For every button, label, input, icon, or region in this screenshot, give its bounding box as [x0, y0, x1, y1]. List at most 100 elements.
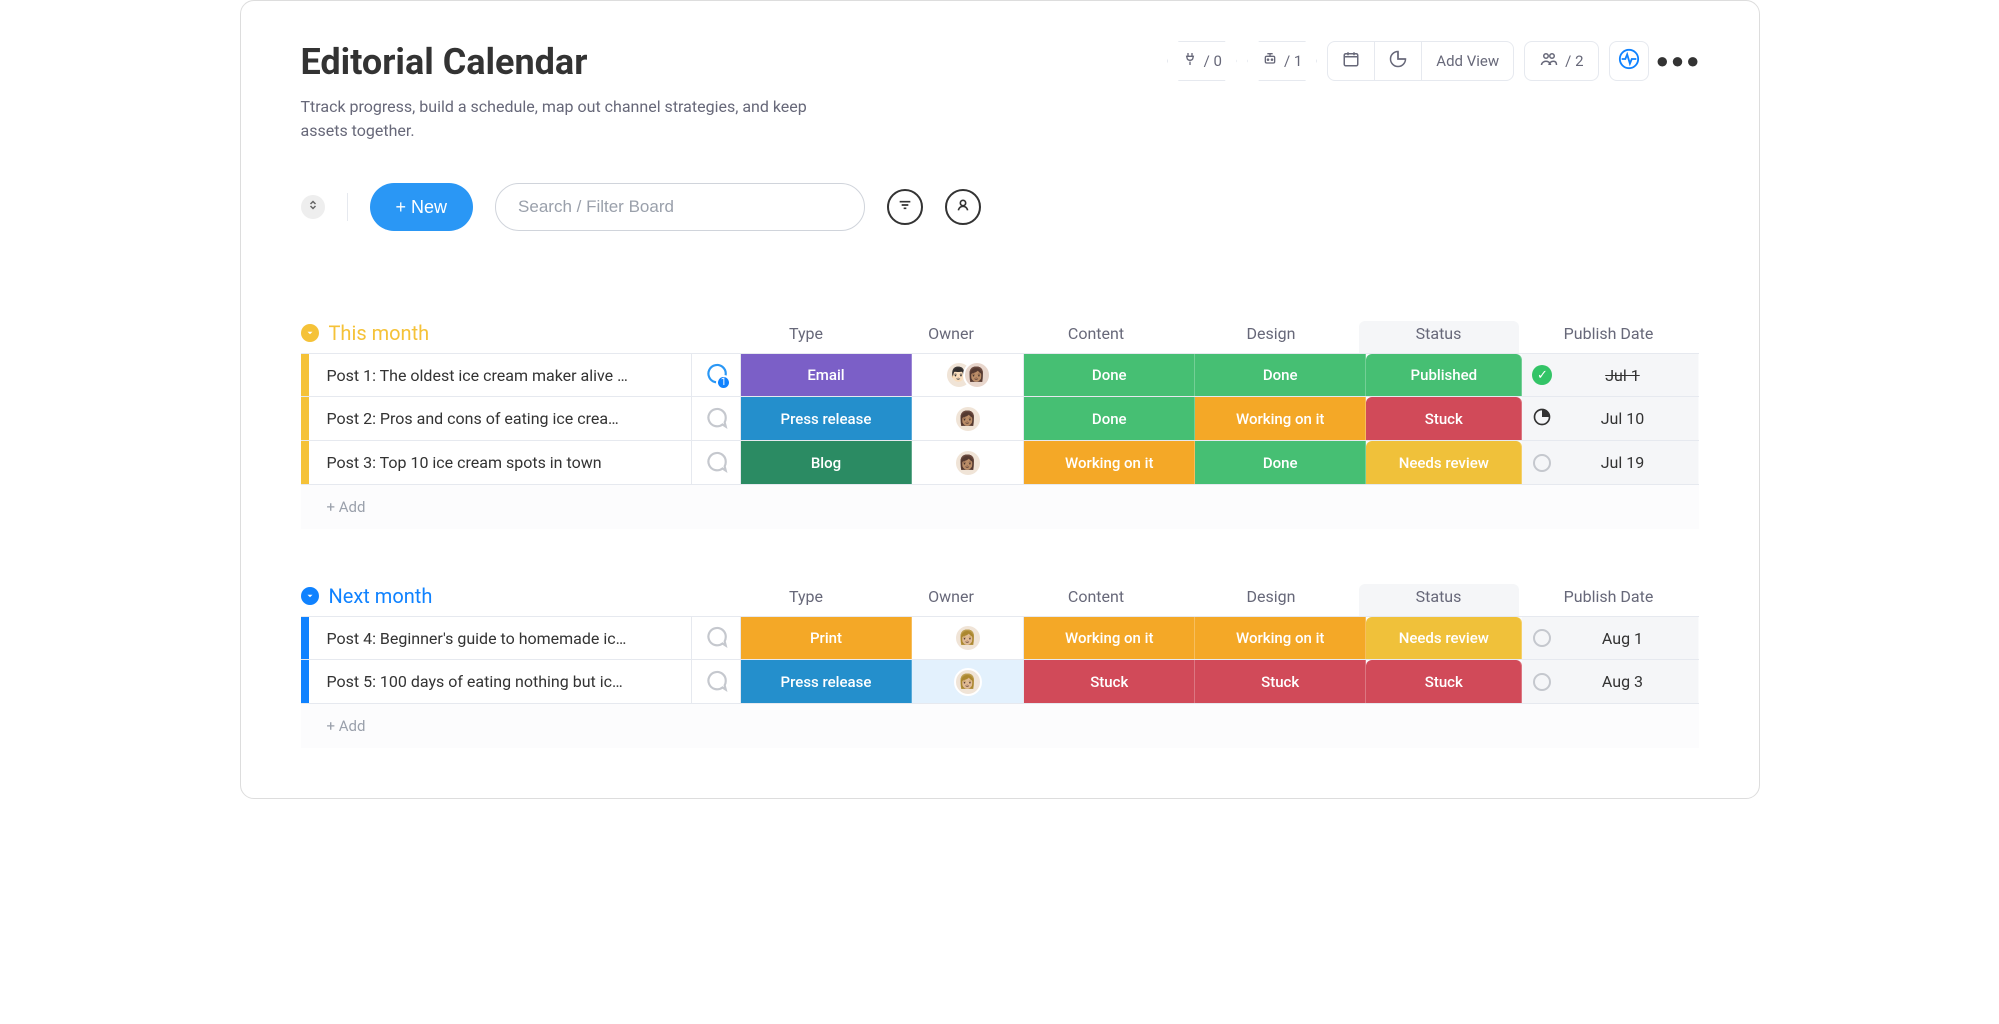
date-cell[interactable]: Jul 10 [1522, 397, 1698, 440]
avatar: 👩🏼 [954, 668, 982, 696]
person-icon [955, 197, 971, 217]
table-row[interactable]: Post 4: Beginner's guide to homemade ic…… [301, 616, 1699, 660]
avatar: 👩🏽 [963, 361, 991, 389]
type-cell[interactable]: Print [741, 617, 912, 659]
chat-icon [703, 450, 729, 476]
row-title[interactable]: Post 4: Beginner's guide to homemade ic… [309, 617, 693, 659]
date-cell[interactable]: Jul 19 [1522, 441, 1698, 484]
content-cell[interactable]: Stuck [1024, 660, 1195, 703]
type-cell[interactable]: Press release [741, 660, 912, 703]
table-row[interactable]: Post 2: Pros and cons of eating ice crea… [301, 397, 1699, 441]
chat-button[interactable]: 1 [692, 354, 741, 396]
status-cell[interactable]: Stuck [1366, 397, 1522, 440]
chat-button[interactable] [692, 660, 741, 703]
row-accent [301, 397, 309, 440]
calendar-icon [1342, 50, 1360, 72]
row-title[interactable]: Post 3: Top 10 ice cream spots in town [309, 441, 693, 484]
design-cell[interactable]: Working on it [1195, 617, 1366, 659]
avatar: 👩🏼 [954, 624, 982, 652]
design-cell[interactable]: Done [1195, 354, 1366, 396]
row-title[interactable]: Post 1: The oldest ice cream maker alive… [309, 354, 693, 396]
design-cell[interactable]: Stuck [1195, 660, 1366, 703]
status-cell[interactable]: Needs review [1366, 617, 1522, 659]
owner-cell[interactable]: 👩🏽 [912, 441, 1024, 484]
page-subtitle: Ttrack progress, build a schedule, map o… [301, 95, 821, 143]
row-title[interactable]: Post 2: Pros and cons of eating ice crea… [309, 397, 693, 440]
column-header-content[interactable]: Content [1009, 321, 1184, 353]
content-cell[interactable]: Working on it [1024, 441, 1195, 484]
design-cell[interactable]: Done [1195, 441, 1366, 484]
chart-view-button[interactable] [1374, 42, 1421, 80]
search-input[interactable] [495, 183, 865, 231]
avatar: 👩🏽 [954, 449, 982, 477]
person-filter-button[interactable] [945, 189, 981, 225]
more-menu-button[interactable]: ●●● [1659, 41, 1699, 81]
design-cell[interactable]: Working on it [1195, 397, 1366, 440]
page-title: Editorial Calendar [301, 41, 821, 83]
activity-button[interactable] [1609, 41, 1649, 81]
table-row[interactable]: Post 1: The oldest ice cream maker alive… [301, 353, 1699, 397]
progress-indicator-icon [1532, 407, 1552, 431]
column-header-type[interactable]: Type [719, 584, 894, 616]
avatar: 👩🏽 [954, 405, 982, 433]
more-icon: ●●● [1656, 48, 1702, 74]
chat-icon [703, 406, 729, 432]
integrations-button[interactable]: / 0 [1167, 41, 1237, 81]
date-text: Aug 1 [1566, 629, 1698, 648]
add-row: + Add [301, 704, 1699, 748]
content-cell[interactable]: Working on it [1024, 617, 1195, 659]
owner-cell[interactable]: 👨🏻👩🏽 [912, 354, 1024, 396]
column-header-type[interactable]: Type [719, 321, 894, 353]
chat-icon: 1 [703, 362, 729, 388]
automations-button[interactable]: / 1 [1247, 41, 1317, 81]
chat-button[interactable] [692, 397, 741, 440]
type-cell[interactable]: Press release [741, 397, 912, 440]
content-cell[interactable]: Done [1024, 397, 1195, 440]
date-cell[interactable]: ✓ Jul 1 [1522, 354, 1698, 396]
column-header-owner[interactable]: Owner [894, 321, 1009, 353]
row-title[interactable]: Post 5: 100 days of eating nothing but i… [309, 660, 693, 703]
owner-cell[interactable]: 👩🏽 [912, 397, 1024, 440]
members-button[interactable]: / 2 [1525, 42, 1597, 80]
filter-button[interactable] [887, 189, 923, 225]
plug-icon [1182, 51, 1198, 71]
group: This month TypeOwnerContentDesignStatusP… [301, 321, 1699, 529]
add-row-button[interactable]: + Add [309, 717, 751, 735]
owner-cell[interactable]: 👩🏼 [912, 617, 1024, 659]
group-header[interactable]: Next month [301, 584, 719, 616]
view-switcher: Add View [1327, 41, 1514, 81]
column-header-date[interactable]: Publish Date [1519, 321, 1699, 353]
chat-button[interactable] [692, 441, 741, 484]
calendar-view-button[interactable] [1328, 42, 1374, 80]
add-row-button[interactable]: + Add [309, 498, 751, 516]
add-view-button[interactable]: Add View [1421, 42, 1513, 80]
date-cell[interactable]: Aug 3 [1522, 660, 1698, 703]
filter-icon [897, 197, 913, 217]
new-button[interactable]: + New [370, 183, 474, 231]
column-header-date[interactable]: Publish Date [1519, 584, 1699, 616]
type-cell[interactable]: Email [741, 354, 912, 396]
table-row[interactable]: Post 3: Top 10 ice cream spots in town B… [301, 441, 1699, 485]
table-row[interactable]: Post 5: 100 days of eating nothing but i… [301, 660, 1699, 704]
column-header-owner[interactable]: Owner [894, 584, 1009, 616]
owner-cell[interactable]: 👩🏼 [912, 660, 1024, 703]
type-cell[interactable]: Blog [741, 441, 912, 484]
status-cell[interactable]: Stuck [1366, 660, 1522, 703]
column-header-design[interactable]: Design [1184, 584, 1359, 616]
status-cell[interactable]: Published [1366, 354, 1522, 396]
date-cell[interactable]: Aug 1 [1522, 617, 1698, 659]
status-cell[interactable]: Needs review [1366, 441, 1522, 484]
group: Next month TypeOwnerContentDesignStatusP… [301, 584, 1699, 748]
group-header[interactable]: This month [301, 321, 719, 353]
empty-indicator-icon [1533, 673, 1551, 691]
row-accent [301, 660, 309, 703]
column-header-content[interactable]: Content [1009, 584, 1184, 616]
column-header-status[interactable]: Status [1359, 321, 1519, 353]
column-header-status[interactable]: Status [1359, 584, 1519, 616]
date-text: Aug 3 [1566, 672, 1698, 691]
content-cell[interactable]: Done [1024, 354, 1195, 396]
collapse-all-button[interactable] [301, 195, 325, 219]
column-header-design[interactable]: Design [1184, 321, 1359, 353]
chat-button[interactable] [692, 617, 741, 659]
pulse-icon [1618, 48, 1640, 74]
